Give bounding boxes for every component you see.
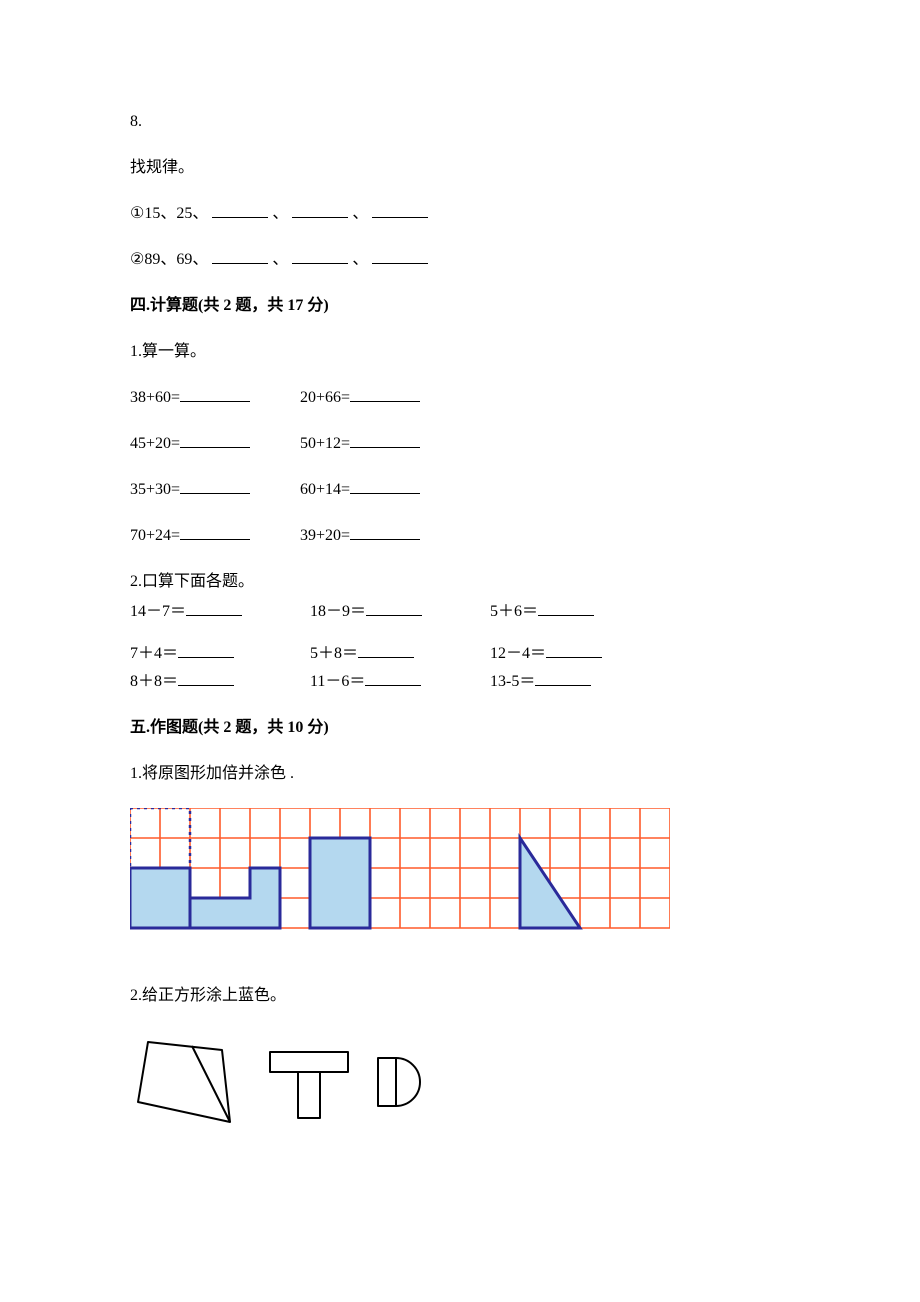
- section4-title: 四.计算题(共 2 题，共 17 分): [130, 294, 790, 318]
- blank[interactable]: [212, 204, 268, 218]
- shapes-svg-icon: [130, 1030, 450, 1140]
- blank[interactable]: [350, 388, 420, 402]
- shapes-figure: [130, 1030, 790, 1148]
- s4-q2-title: 2.口算下面各题。: [130, 570, 790, 594]
- calc-cell: 45+20=: [130, 432, 300, 456]
- sep: 、: [352, 251, 368, 268]
- grid-figure: [130, 808, 790, 944]
- blank[interactable]: [538, 602, 594, 616]
- blank[interactable]: [366, 602, 422, 616]
- q8-seq2: ②89、69、 、 、: [130, 248, 790, 272]
- blank[interactable]: [292, 250, 348, 264]
- mental-cell: 14－7＝: [130, 600, 310, 624]
- blank[interactable]: [212, 250, 268, 264]
- blank[interactable]: [186, 602, 242, 616]
- blank[interactable]: [292, 204, 348, 218]
- blank[interactable]: [350, 526, 420, 540]
- calc-cell: 20+66=: [300, 386, 470, 410]
- blank[interactable]: [358, 644, 414, 658]
- mental-cell: 5＋6＝: [490, 600, 670, 624]
- q8-title: 找规律。: [130, 156, 790, 180]
- blank[interactable]: [350, 434, 420, 448]
- blank[interactable]: [372, 250, 428, 264]
- s5-q1-title: 1.将原图形加倍并涂色 .: [130, 762, 790, 786]
- calc-cell: 38+60=: [130, 386, 300, 410]
- blank[interactable]: [372, 204, 428, 218]
- blank[interactable]: [180, 526, 250, 540]
- calc-row: 38+60= 20+66=: [130, 386, 790, 410]
- mental-cell: 18－9＝: [310, 600, 490, 624]
- expr: 39+20=: [300, 527, 350, 544]
- calc-cell: 50+12=: [300, 432, 470, 456]
- section5-title: 五.作图题(共 2 题，共 10 分): [130, 716, 790, 740]
- expr: 70+24=: [130, 527, 180, 544]
- mental-row: 8＋8＝ 11－6＝ 13-5＝: [130, 670, 790, 694]
- expr: 35+30=: [130, 481, 180, 498]
- mental-cell: 12－4＝: [490, 642, 670, 666]
- mental-cell: 13-5＝: [490, 670, 670, 694]
- s4-q1-title: 1.算一算。: [130, 340, 790, 364]
- blank[interactable]: [180, 388, 250, 402]
- blank[interactable]: [350, 480, 420, 494]
- expr: 5＋6＝: [490, 603, 538, 620]
- q8-number: 8.: [130, 110, 790, 134]
- mental-cell: 7＋4＝: [130, 642, 310, 666]
- calc-cell: 70+24=: [130, 524, 300, 548]
- sep: 、: [272, 205, 288, 222]
- mental-cell: 5＋8＝: [310, 642, 490, 666]
- q8-seq1: ①15、25、 、 、: [130, 202, 790, 226]
- calc-row: 35+30= 60+14=: [130, 478, 790, 502]
- expr: 18－9＝: [310, 603, 366, 620]
- blank[interactable]: [178, 644, 234, 658]
- mental-cell: 11－6＝: [310, 670, 490, 694]
- expr: 38+60=: [130, 389, 180, 406]
- seq2-prefix: ②89、69、: [130, 251, 208, 268]
- expr: 5＋8＝: [310, 645, 358, 662]
- calc-cell: 39+20=: [300, 524, 470, 548]
- expr: 12－4＝: [490, 645, 546, 662]
- expr: 7＋4＝: [130, 645, 178, 662]
- s5-q2-title: 2.给正方形涂上蓝色。: [130, 984, 790, 1008]
- blank[interactable]: [178, 672, 234, 686]
- expr: 50+12=: [300, 435, 350, 452]
- expr: 11－6＝: [310, 673, 365, 690]
- sep: 、: [272, 251, 288, 268]
- expr: 60+14=: [300, 481, 350, 498]
- blank[interactable]: [365, 672, 421, 686]
- mental-row: 14－7＝ 18－9＝ 5＋6＝: [130, 600, 790, 624]
- calc-row: 70+24= 39+20=: [130, 524, 790, 548]
- expr: 13-5＝: [490, 673, 535, 690]
- blank[interactable]: [180, 480, 250, 494]
- mental-cell: 8＋8＝: [130, 670, 310, 694]
- calc-cell: 35+30=: [130, 478, 300, 502]
- expr: 45+20=: [130, 435, 180, 452]
- mental-row: 7＋4＝ 5＋8＝ 12－4＝: [130, 642, 790, 666]
- calc-cell: 60+14=: [300, 478, 470, 502]
- calc-row: 45+20= 50+12=: [130, 432, 790, 456]
- blank[interactable]: [535, 672, 591, 686]
- blank[interactable]: [546, 644, 602, 658]
- sep: 、: [352, 205, 368, 222]
- expr: 8＋8＝: [130, 673, 178, 690]
- expr: 20+66=: [300, 389, 350, 406]
- blank[interactable]: [180, 434, 250, 448]
- grid-svg-icon: [130, 808, 670, 936]
- expr: 14－7＝: [130, 603, 186, 620]
- seq1-prefix: ①15、25、: [130, 205, 208, 222]
